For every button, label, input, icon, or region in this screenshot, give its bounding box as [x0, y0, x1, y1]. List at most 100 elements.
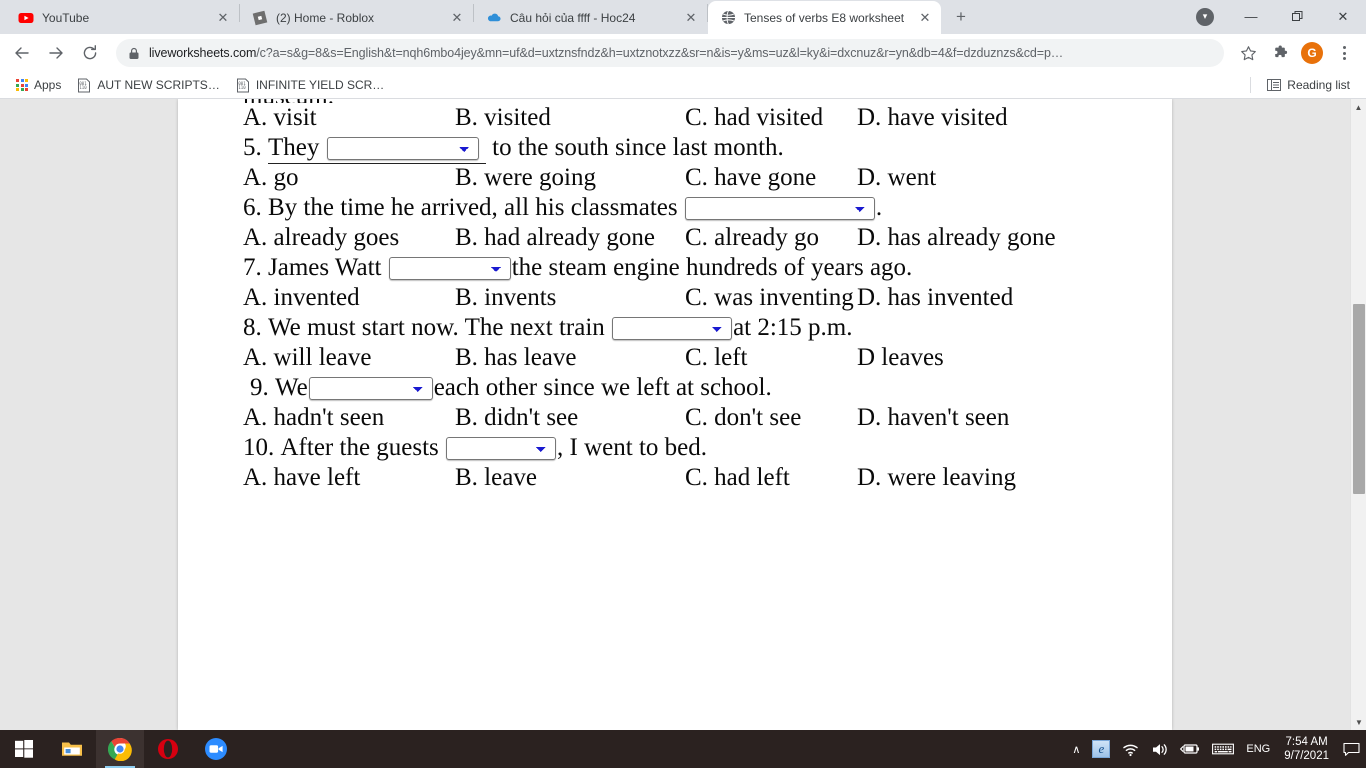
- option-c: C. was inventing: [685, 284, 854, 311]
- show-hidden-icons-chevron[interactable]: ∧: [1066, 730, 1086, 768]
- svg-text:110: 110: [80, 85, 88, 90]
- question-number: 8.: [243, 314, 262, 341]
- file-explorer-button[interactable]: [48, 730, 96, 768]
- zoom-button[interactable]: [192, 730, 240, 768]
- option-d: D. were leaving: [857, 464, 1016, 491]
- bookmarks-bar: Apps 001 110 AUT NEW SCRIPTS… 001 110 INFI…: [0, 72, 1366, 99]
- minimize-button[interactable]: —: [1228, 0, 1274, 33]
- question-after-text: to the south since last month.: [492, 134, 784, 161]
- option-a: A. have left: [243, 464, 361, 491]
- forward-button[interactable]: [42, 39, 70, 67]
- option-a: A. visit: [243, 104, 317, 131]
- reading-list-area: Reading list: [1250, 74, 1358, 96]
- maximize-button[interactable]: [1274, 0, 1320, 33]
- battery-charging-icon[interactable]: [1174, 730, 1206, 768]
- option-b: B. were going: [455, 164, 596, 191]
- url-text: liveworksheets.com/c?a=s&g=8&s=English&t…: [149, 46, 1063, 60]
- answer-dropdown-6[interactable]: [684, 196, 875, 220]
- tab-youtube[interactable]: YouTube ✕: [6, 1, 239, 34]
- option-a: A. will leave: [243, 344, 372, 371]
- close-button[interactable]: ✕: [1320, 0, 1366, 33]
- close-icon[interactable]: ✕: [215, 10, 231, 26]
- scroll-up-arrow-icon[interactable]: ▲: [1351, 99, 1366, 115]
- bookmark-apps[interactable]: Apps: [8, 74, 69, 96]
- wifi-icon[interactable]: [1116, 730, 1145, 768]
- option-d: D leaves: [857, 344, 944, 371]
- page-scrollbar[interactable]: ▲ ▼: [1350, 99, 1366, 730]
- reload-button[interactable]: [76, 39, 104, 67]
- back-button[interactable]: [8, 39, 36, 67]
- option-a: A. hadn't seen: [243, 404, 385, 431]
- download-indicator-icon[interactable]: ▾: [1196, 7, 1214, 26]
- question-row-8: 8. We must start now. The next train at …: [243, 313, 1143, 343]
- page-viewport: museum. A. visit B. visited C. had visit…: [0, 99, 1366, 730]
- apps-grid-icon: [16, 79, 28, 91]
- option-a: A. invented: [243, 284, 360, 311]
- scrollbar-thumb[interactable]: [1353, 304, 1365, 494]
- tab-tenses-of-verbs-worksheet[interactable]: Tenses of verbs E8 worksheet ✕: [708, 1, 941, 34]
- question-number: 6.: [243, 194, 262, 221]
- volume-icon[interactable]: [1145, 730, 1174, 768]
- windows-taskbar: ∧ e ENG 7:54 AM 9/7/2021: [0, 730, 1366, 768]
- profile-avatar[interactable]: G: [1298, 39, 1326, 67]
- start-button[interactable]: [0, 730, 48, 768]
- tab-hoc24[interactable]: Câu hỏi của ffff - Hoc24 ✕: [474, 1, 707, 34]
- question-after-text: each other since we left at school.: [433, 374, 772, 401]
- option-d: D. have visited: [857, 104, 1008, 131]
- clock-date: 9/7/2021: [1284, 750, 1329, 762]
- tab-title: Tenses of verbs E8 worksheet: [744, 10, 905, 25]
- options-row: A. will leave B. has leave C. left D lea…: [243, 343, 1143, 373]
- extensions-puzzle-icon[interactable]: [1266, 39, 1294, 67]
- question-before-text: By the time he arrived, all his classmat…: [268, 194, 678, 221]
- reading-list-label: Reading list: [1287, 78, 1350, 92]
- url-domain: liveworksheets.com: [149, 46, 257, 60]
- opera-button[interactable]: [144, 730, 192, 768]
- bookmark-label: INFINITE YIELD SCR…: [255, 78, 385, 92]
- avatar: G: [1301, 42, 1323, 64]
- options-row: A. have left B. leave C. had left D. wer…: [243, 463, 1143, 493]
- address-bar[interactable]: liveworksheets.com/c?a=s&g=8&s=English&t…: [116, 39, 1224, 67]
- answer-dropdown-5[interactable]: [326, 137, 479, 161]
- language-indicator[interactable]: ENG: [1240, 730, 1276, 768]
- close-icon[interactable]: ✕: [917, 10, 933, 26]
- internet-explorer-icon[interactable]: e: [1086, 730, 1116, 768]
- keyboard-icon[interactable]: [1206, 730, 1240, 768]
- url-path: /c?a=s&g=8&s=English&t=nqh6mbo4jey&mn=uf…: [256, 46, 1064, 60]
- options-row: A. hadn't seen B. didn't see C. don't se…: [243, 403, 1143, 433]
- question-after-text: , I went to bed.: [557, 434, 708, 461]
- option-d: D. has already gone: [857, 224, 1056, 251]
- browser-window: YouTube ✕ (2) Home - Roblox ✕ Câu hỏi củ…: [0, 0, 1366, 730]
- bookmark-aut-new-scripts[interactable]: 001 110 AUT NEW SCRIPTS…: [69, 74, 227, 96]
- bookmark-infinite-yield-script[interactable]: 001 110 INFINITE YIELD SCR…: [228, 74, 392, 96]
- answer-dropdown-8[interactable]: [612, 316, 733, 340]
- close-icon[interactable]: ✕: [683, 10, 699, 26]
- bookmark-star-icon[interactable]: [1234, 39, 1262, 67]
- new-tab-button[interactable]: +: [947, 3, 975, 31]
- question-number: 5.: [243, 134, 262, 161]
- answer-dropdown-9[interactable]: [308, 376, 433, 400]
- notification-icon[interactable]: [1337, 730, 1366, 768]
- question-number: 9.: [250, 374, 269, 401]
- lock-icon: [128, 47, 140, 60]
- option-b: B. has leave: [455, 344, 577, 371]
- option-c: C. left: [685, 344, 748, 371]
- close-icon[interactable]: ✕: [449, 10, 465, 26]
- tab-roblox[interactable]: (2) Home - Roblox ✕: [240, 1, 473, 34]
- chrome-button[interactable]: [96, 730, 144, 768]
- option-c: C. have gone: [685, 164, 817, 191]
- ie-letter: e: [1092, 740, 1111, 758]
- clock-time: 7:54 AM: [1285, 736, 1328, 748]
- option-c: C. don't see: [685, 404, 802, 431]
- question-row-7: 7. James Watt the steam engine hundreds …: [243, 253, 1143, 283]
- scroll-down-arrow-icon[interactable]: ▼: [1351, 714, 1366, 730]
- option-d: D. haven't seen: [857, 404, 1010, 431]
- answer-dropdown-7[interactable]: [388, 256, 511, 280]
- clock[interactable]: 7:54 AM 9/7/2021: [1276, 730, 1337, 768]
- hoc24-cloud-icon: [486, 10, 502, 26]
- answer-dropdown-10[interactable]: [446, 436, 557, 460]
- option-c: C. had visited: [685, 104, 824, 131]
- roblox-icon: [252, 10, 268, 26]
- bookmark-label: Apps: [34, 78, 62, 92]
- chrome-menu-button[interactable]: [1330, 39, 1358, 67]
- reading-list-button[interactable]: Reading list: [1259, 74, 1358, 96]
